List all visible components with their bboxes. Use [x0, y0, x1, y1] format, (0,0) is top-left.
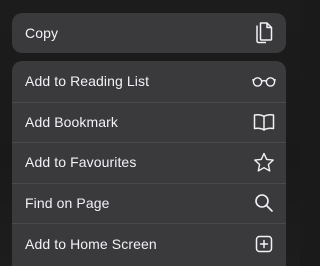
menu-item-label: Copy — [25, 25, 59, 41]
menu-item-label: Add to Favourites — [25, 154, 137, 171]
menu-item-add-to-favourites[interactable]: Add to Favourites — [12, 142, 286, 183]
menu-item-add-to-reading-list[interactable]: Add to Reading List — [12, 61, 286, 102]
glasses-icon — [252, 69, 276, 93]
share-actions-group: Add to Reading List Add Bookmark Add to … — [12, 61, 286, 266]
menu-item-label: Add Bookmark — [25, 113, 119, 130]
copy-icon — [252, 21, 276, 45]
menu-item-label: Add to Reading List — [25, 73, 150, 90]
menu-item-find-on-page[interactable]: Find on Page — [12, 182, 286, 224]
menu-item-label: Find on Page — [25, 195, 110, 212]
menu-item-add-bookmark[interactable]: Add Bookmark — [12, 101, 286, 143]
book-icon — [252, 110, 276, 134]
copy-menu-group: Copy — [12, 13, 286, 53]
menu-item-copy[interactable]: Copy — [12, 13, 286, 53]
menu-item-label: Add to Home Screen — [25, 235, 157, 252]
menu-item-add-to-home-screen[interactable]: Add to Home Screen — [12, 223, 286, 264]
star-icon — [252, 150, 276, 174]
add-square-icon — [252, 232, 276, 256]
search-icon — [252, 191, 276, 215]
